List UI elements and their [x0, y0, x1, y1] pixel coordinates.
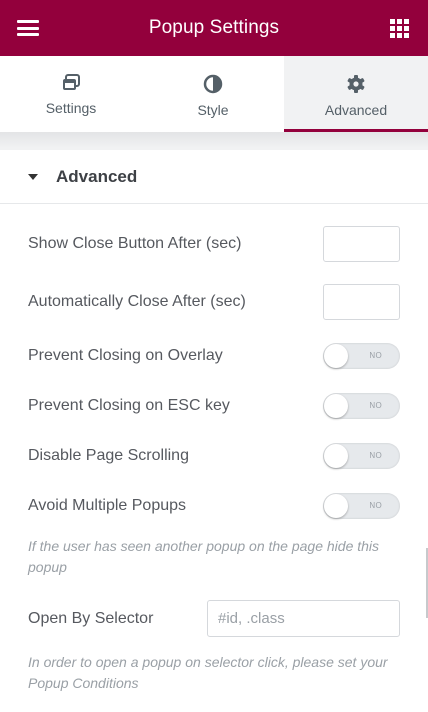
half-circle-icon [203, 74, 223, 94]
toggle-knob [324, 494, 348, 518]
toggle-state: NO [369, 351, 382, 360]
open-by-selector-row: Open By Selector [28, 600, 400, 637]
tab-settings-label: Settings [45, 100, 97, 116]
disable-scroll-row: Disable Page Scrolling NO [28, 443, 400, 469]
toggle-state: NO [369, 501, 382, 510]
prevent-esc-label: Prevent Closing on ESC key [28, 397, 230, 414]
prevent-esc-toggle[interactable]: NO [323, 393, 400, 419]
show-close-after-label: Show Close Button After (sec) [28, 235, 242, 252]
open-by-selector-label: Open By Selector [28, 609, 154, 627]
page-title: Popup Settings [148, 17, 280, 38]
show-close-after-row: Show Close Button After (sec) [28, 226, 400, 262]
caret-down-icon [28, 173, 38, 180]
toggle-knob [324, 444, 348, 468]
open-by-selector-note: In order to open a popup on selector cli… [28, 654, 388, 691]
avoid-multiple-note: If the user has seen another popup on th… [28, 538, 380, 575]
open-by-selector-input[interactable] [207, 600, 400, 637]
prevent-overlay-row: Prevent Closing on Overlay NO [28, 343, 400, 369]
tab-settings[interactable]: Settings [0, 56, 142, 132]
auto-close-after-input[interactable] [323, 284, 400, 320]
window-icon [63, 74, 80, 90]
auto-close-after-label: Automatically Close After (sec) [28, 293, 246, 310]
advanced-panel: Show Close Button After (sec) Automatica… [0, 204, 428, 712]
tab-advanced[interactable]: Advanced [284, 56, 428, 132]
grid-icon[interactable] [390, 19, 409, 38]
hamburger-icon[interactable] [17, 20, 39, 36]
gear-icon [347, 75, 365, 93]
disable-scroll-label: Disable Page Scrolling [28, 447, 189, 464]
auto-close-after-row: Automatically Close After (sec) [28, 284, 400, 320]
tab-advanced-label: Advanced [324, 102, 388, 118]
prevent-overlay-toggle[interactable]: NO [323, 343, 400, 369]
tab-bar: Settings Style Advanced [0, 56, 428, 132]
tab-divider [0, 132, 428, 148]
avoid-multiple-label: Avoid Multiple Popups [28, 497, 187, 514]
avoid-multiple-row: Avoid Multiple Popups NO [28, 493, 400, 519]
prevent-esc-row: Prevent Closing on ESC key NO [28, 393, 400, 419]
tab-style[interactable]: Style [142, 56, 284, 132]
section-title: Advanced [56, 166, 138, 186]
tab-style-label: Style [197, 102, 229, 118]
top-bar: Popup Settings [0, 0, 428, 56]
prevent-overlay-label: Prevent Closing on Overlay [28, 347, 223, 364]
avoid-multiple-toggle[interactable]: NO [323, 493, 400, 519]
show-close-after-input[interactable] [323, 226, 400, 262]
toggle-knob [324, 344, 348, 368]
section-header-advanced[interactable]: Advanced [0, 150, 428, 204]
toggle-state: NO [369, 401, 382, 410]
toggle-knob [324, 394, 348, 418]
toggle-state: NO [369, 451, 382, 460]
disable-scroll-toggle[interactable]: NO [323, 443, 400, 469]
